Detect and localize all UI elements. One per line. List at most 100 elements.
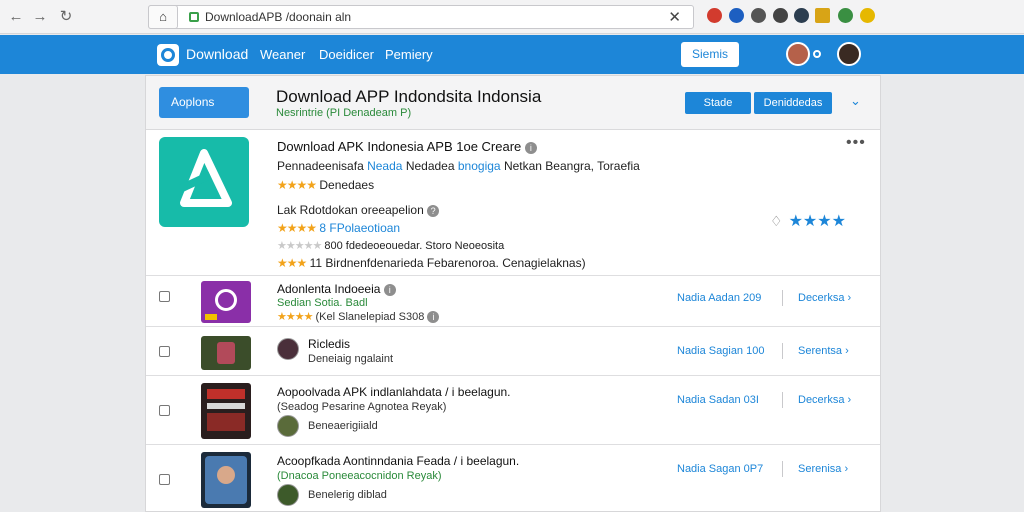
checkbox[interactable]	[159, 291, 170, 302]
row-link-secondary-text: Serenisa	[798, 463, 842, 475]
nav-item-2[interactable]: Doeidicer	[319, 47, 374, 62]
row-subtitle: Sedian Sotia. Badl	[277, 297, 368, 309]
row-title[interactable]: Ricledis	[308, 337, 350, 351]
divider	[782, 461, 783, 477]
downloads-button[interactable]: Deniddedas	[754, 92, 832, 114]
list-item[interactable]: Acoopfkada Aontinndania Feada / i beelag…	[146, 446, 880, 512]
checkbox[interactable]	[159, 346, 170, 357]
app-logo-icon[interactable]	[159, 137, 249, 227]
checkbox[interactable]	[159, 474, 170, 485]
review-summary: ★★★ 11 Birdnenfdenarieda Febarenoroa. Ce…	[277, 256, 586, 270]
close-icon[interactable]: ✕	[668, 8, 681, 26]
main-panel: Aoplons Download APP Indondsita Indonsia…	[145, 75, 881, 512]
back-icon[interactable]: ←	[8, 9, 24, 25]
nav-item-3[interactable]: Pemiery	[385, 47, 433, 62]
chevron-down-icon[interactable]: ⌄	[850, 93, 861, 109]
extension-shield-icon[interactable]	[794, 8, 809, 23]
row-link-secondary[interactable]: Decerksa ›	[798, 292, 851, 304]
options-label: Aoplons	[171, 95, 215, 109]
row-subtitle: (Dnacoa Poneeacocnidon Reyak)	[277, 470, 442, 482]
summary-stars-icon: ★★★	[277, 256, 307, 270]
status-dot-icon	[813, 50, 821, 58]
logo-icon	[157, 44, 179, 66]
avatar[interactable]	[277, 415, 299, 437]
poster-icon	[207, 413, 245, 431]
brand-name[interactable]: Download	[186, 46, 248, 62]
row-link-secondary[interactable]: Decerksa ›	[798, 394, 851, 406]
extension-blue-icon[interactable]	[729, 8, 744, 23]
app-thumbnail[interactable]	[201, 336, 251, 370]
row-meta: Deneiaig ngalaint	[308, 353, 394, 365]
info-icon: i	[383, 283, 396, 296]
list-item[interactable]: Ricledis Deneiaig ngalaint Nadia Sagian …	[146, 328, 880, 376]
panel-header: Aoplons Download APP Indondsita Indonsia…	[146, 76, 880, 130]
app-thumbnail[interactable]	[201, 281, 251, 323]
avatar[interactable]	[277, 484, 299, 506]
lock-icon	[189, 12, 199, 22]
row-meta-text: (Kel Slanelepiad S308	[315, 311, 425, 323]
divider	[782, 343, 783, 359]
forward-icon[interactable]: →	[32, 9, 48, 25]
extension-user-icon[interactable]	[860, 8, 875, 23]
app-thumbnail[interactable]	[201, 452, 251, 508]
desc-link-2[interactable]: bnogiga	[458, 159, 501, 173]
badge-icon	[205, 314, 217, 320]
desc-link-1[interactable]: Neada	[367, 159, 402, 173]
row-link-primary[interactable]: Nadia Sadan 03I	[677, 394, 759, 406]
page-subtitle: Nesrintrie (PI Denadeam P)	[276, 107, 412, 119]
user-avatar[interactable]	[837, 42, 861, 66]
divider	[782, 290, 783, 306]
row-link-secondary[interactable]: Serenisa ›	[798, 463, 848, 475]
list-item[interactable]: Aopoolvada APK indlanlahdata / i beelagu…	[146, 377, 880, 445]
app-logo-icon	[215, 289, 237, 311]
row-link-secondary-text: Decerksa	[798, 394, 845, 406]
extension-globe-icon[interactable]	[838, 8, 853, 23]
featured-title[interactable]: Download APK Indonesia APB 1oe Creare i	[277, 139, 537, 154]
url-text[interactable]: DownloadAPB /doonain aln	[205, 10, 351, 24]
more-options-icon[interactable]: •••	[846, 134, 866, 152]
checkbox[interactable]	[159, 405, 170, 416]
row-link-primary[interactable]: Nadia Sagan 0P7	[677, 463, 763, 475]
row-title[interactable]: Adonlenta Indoeeia i	[277, 282, 396, 296]
row-meta: ★★★★ (Kel Slanelepiad S308 i	[277, 310, 440, 324]
row-link-secondary[interactable]: Serentsa ›	[798, 345, 849, 357]
row-title[interactable]: Aopoolvada APK indlanlahdata / i beelagu…	[277, 385, 511, 399]
bell-icon[interactable]: ♢	[770, 213, 783, 229]
avatar[interactable]	[277, 338, 299, 360]
rating-label: Denedaes	[319, 178, 375, 192]
rating-stars-icon: ★★★★	[277, 178, 317, 192]
app-thumbnail[interactable]	[201, 383, 251, 439]
grey-stars-icon: ★★★★★	[277, 240, 322, 252]
banner-icon	[207, 389, 245, 399]
app-header: Download Weaner Doeidicer Pemiery Siemis	[0, 35, 1024, 74]
signin-button[interactable]: Siemis	[681, 42, 739, 67]
row-title[interactable]: Acoopfkada Aontinndania Feada / i beelag…	[277, 454, 519, 468]
featured-title-text: Download APK Indonesia APB 1oe Creare	[277, 139, 522, 154]
nav-item-1[interactable]: Weaner	[260, 47, 305, 62]
extension-puzzle-icon[interactable]	[751, 8, 766, 23]
row-title-text: Adonlenta Indoeeia	[277, 282, 381, 296]
divider	[782, 392, 783, 408]
home-icon[interactable]: ⌂	[148, 5, 178, 29]
options-button[interactable]: Aoplons	[159, 87, 249, 118]
banner-line-icon	[207, 403, 245, 409]
extension-folder-icon[interactable]	[815, 8, 830, 23]
person-icon	[217, 466, 235, 484]
extension-red-icon[interactable]	[707, 8, 722, 23]
state-button[interactable]: Stade	[685, 92, 751, 114]
avatar[interactable]	[786, 42, 810, 66]
character-icon	[217, 342, 235, 364]
chevron-right-icon: ›	[844, 463, 849, 475]
featured-section-label: Lak Rdotdokan oreeapelion ?	[277, 203, 440, 217]
section-link[interactable]: 8 FPolaeotioan	[319, 221, 400, 235]
address-bar[interactable]: ⌂ DownloadAPB /doonain aln ✕	[148, 5, 694, 29]
chevron-right-icon: ›	[847, 292, 852, 304]
row-link-primary[interactable]: Nadia Sagian 100	[677, 345, 764, 357]
rate-app-stars[interactable]: ♢ ★★★★	[770, 211, 846, 231]
desc-part-3: Netkan Beangra, Toraefia	[503, 159, 640, 173]
review-summary-text: 11 Birdnenfdenarieda Febarenoroa. Cenagi…	[309, 256, 586, 270]
list-item[interactable]: Adonlenta Indoeeia i Sedian Sotia. Badl …	[146, 277, 880, 327]
reload-icon[interactable]: ↻	[58, 9, 74, 25]
row-link-primary[interactable]: Nadia Aadan 209	[677, 292, 761, 304]
extension-gear-icon[interactable]	[773, 8, 788, 23]
